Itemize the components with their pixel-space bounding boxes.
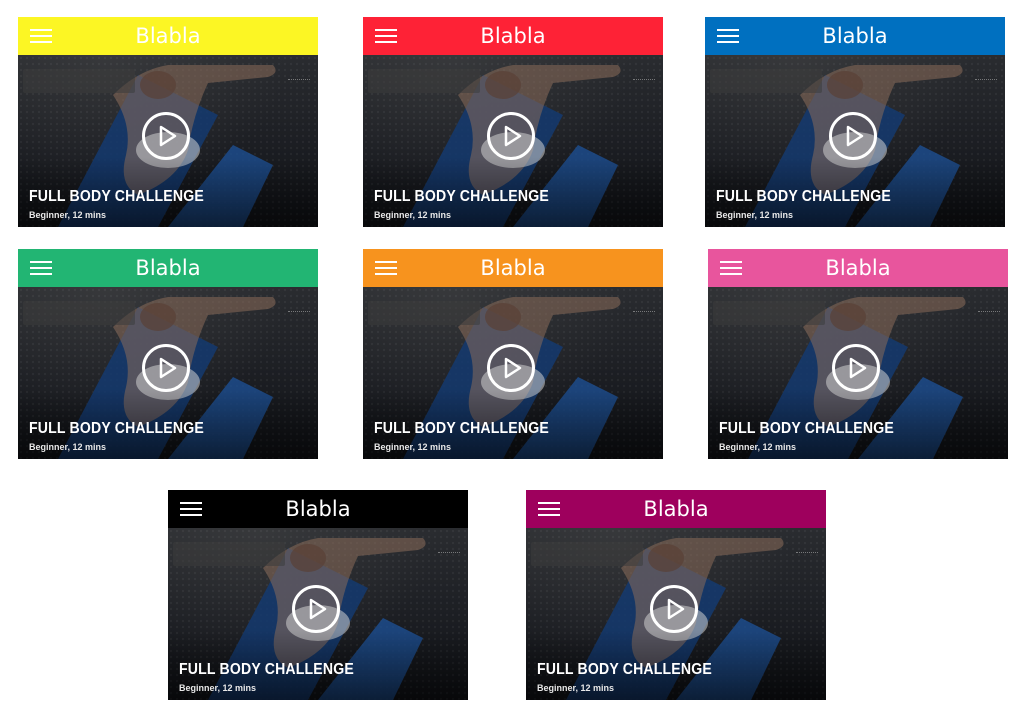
play-button[interactable] (832, 344, 880, 392)
workout-subtitle: Beginner, 12 mins (537, 683, 615, 693)
app-bar-title: Blabla (822, 24, 888, 48)
workout-hero[interactable]: FULL BODY CHALLENGE Beginner, 12 mins (708, 287, 1008, 459)
play-icon (667, 598, 685, 620)
blurred-label (531, 542, 643, 566)
app-bar: Blabla (705, 17, 1005, 55)
workout-title: FULL BODY CHALLENGE (374, 188, 549, 205)
blurred-label (173, 542, 285, 566)
play-button[interactable] (142, 112, 190, 160)
app-bar: Blabla (363, 17, 663, 55)
workout-title: FULL BODY CHALLENGE (537, 661, 712, 678)
workout-subtitle: Beginner, 12 mins (374, 442, 452, 452)
play-icon (849, 357, 867, 379)
hamburger-menu-icon[interactable] (717, 28, 739, 44)
app-bar-title: Blabla (643, 497, 709, 521)
app-bar-title: Blabla (135, 256, 201, 280)
variant-card: Blabla FULL BODY CHALLENGE Beginner, 12 … (363, 17, 663, 227)
hamburger-menu-icon[interactable] (30, 260, 52, 276)
variant-card: Blabla FULL BODY CHALLENGE Beginner, 12 … (18, 249, 318, 459)
play-button[interactable] (829, 112, 877, 160)
workout-hero[interactable]: FULL BODY CHALLENGE Beginner, 12 mins (363, 287, 663, 459)
variant-card: Blabla FULL BODY CHALLENGE Beginner, 12 … (705, 17, 1005, 227)
play-icon (309, 598, 327, 620)
workout-subtitle: Beginner, 12 mins (29, 210, 107, 220)
variant-card: Blabla FULL BODY CHALLENGE Beginner, 12 … (18, 17, 318, 227)
workout-title: FULL BODY CHALLENGE (716, 188, 891, 205)
hamburger-menu-icon[interactable] (375, 28, 397, 44)
dotted-line (438, 552, 460, 555)
blurred-label (368, 69, 480, 93)
workout-subtitle: Beginner, 12 mins (374, 210, 452, 220)
workout-hero[interactable]: FULL BODY CHALLENGE Beginner, 12 mins (18, 287, 318, 459)
hamburger-menu-icon[interactable] (30, 28, 52, 44)
dotted-line (288, 311, 310, 314)
app-bar-title: Blabla (480, 256, 546, 280)
blurred-label (713, 301, 825, 325)
app-bar: Blabla (363, 249, 663, 287)
dotted-line (796, 552, 818, 555)
hamburger-menu-icon[interactable] (180, 501, 202, 517)
workout-title: FULL BODY CHALLENGE (29, 188, 204, 205)
app-bar: Blabla (168, 490, 468, 528)
workout-subtitle: Beginner, 12 mins (716, 210, 794, 220)
play-button[interactable] (487, 112, 535, 160)
app-bar-title: Blabla (825, 256, 891, 280)
app-bar: Blabla (526, 490, 826, 528)
workout-subtitle: Beginner, 12 mins (29, 442, 107, 452)
play-button[interactable] (142, 344, 190, 392)
hamburger-menu-icon[interactable] (538, 501, 560, 517)
variant-card: Blabla FULL BODY CHALLENGE Beginner, 12 … (526, 490, 826, 700)
workout-hero[interactable]: FULL BODY CHALLENGE Beginner, 12 mins (705, 55, 1005, 227)
play-icon (846, 125, 864, 147)
workout-hero[interactable]: FULL BODY CHALLENGE Beginner, 12 mins (526, 528, 826, 700)
play-icon (159, 357, 177, 379)
play-button[interactable] (292, 585, 340, 633)
workout-subtitle: Beginner, 12 mins (179, 683, 257, 693)
workout-hero[interactable]: FULL BODY CHALLENGE Beginner, 12 mins (363, 55, 663, 227)
dotted-line (633, 79, 655, 82)
variant-card: Blabla FULL BODY CHALLENGE Beginner, 12 … (708, 249, 1008, 459)
workout-hero[interactable]: FULL BODY CHALLENGE Beginner, 12 mins (18, 55, 318, 227)
workout-hero[interactable]: FULL BODY CHALLENGE Beginner, 12 mins (168, 528, 468, 700)
workout-subtitle: Beginner, 12 mins (719, 442, 797, 452)
variant-card: Blabla FULL BODY CHALLENGE Beginner, 12 … (168, 490, 468, 700)
app-bar: Blabla (708, 249, 1008, 287)
play-button[interactable] (487, 344, 535, 392)
dotted-line (978, 311, 1000, 314)
app-bar-title: Blabla (285, 497, 351, 521)
play-button[interactable] (650, 585, 698, 633)
play-icon (504, 125, 522, 147)
app-bar-title: Blabla (135, 24, 201, 48)
play-icon (159, 125, 177, 147)
app-bar: Blabla (18, 249, 318, 287)
app-bar: Blabla (18, 17, 318, 55)
workout-title: FULL BODY CHALLENGE (179, 661, 354, 678)
workout-title: FULL BODY CHALLENGE (719, 420, 894, 437)
workout-title: FULL BODY CHALLENGE (29, 420, 204, 437)
hamburger-menu-icon[interactable] (720, 260, 742, 276)
workout-title: FULL BODY CHALLENGE (374, 420, 549, 437)
hamburger-menu-icon[interactable] (375, 260, 397, 276)
play-icon (504, 357, 522, 379)
dotted-line (633, 311, 655, 314)
app-bar-title: Blabla (480, 24, 546, 48)
blurred-label (710, 69, 822, 93)
blurred-label (368, 301, 480, 325)
blurred-label (23, 301, 135, 325)
dotted-line (975, 79, 997, 82)
blurred-label (23, 69, 135, 93)
variant-card: Blabla FULL BODY CHALLENGE Beginner, 12 … (363, 249, 663, 459)
dotted-line (288, 79, 310, 82)
